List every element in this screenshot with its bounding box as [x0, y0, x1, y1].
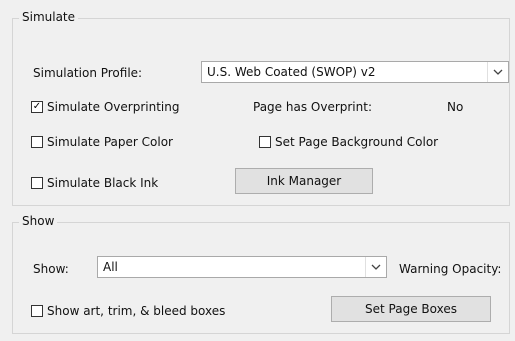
set-page-background-color-checkbox[interactable] — [259, 136, 271, 148]
page-has-overprint-value-row: No — [447, 100, 463, 114]
show-art-trim-bleed-label: Show art, trim, & bleed boxes — [47, 304, 226, 318]
simulate-group: Simulate Simulation Profile: U.S. Web Co… — [12, 10, 510, 206]
show-art-trim-bleed-row[interactable]: Show art, trim, & bleed boxes — [31, 304, 225, 318]
simulation-profile-row: Simulation Profile: — [33, 66, 142, 80]
set-page-background-color-label: Set Page Background Color — [275, 135, 439, 149]
ink-manager-button[interactable]: Ink Manager — [235, 168, 373, 194]
page-has-overprint-value: No — [447, 100, 464, 114]
page-has-overprint-label: Page has Overprint: — [253, 100, 372, 114]
warning-opacity-label: Warning Opacity: — [399, 262, 502, 276]
warning-opacity-row: Warning Opacity: — [399, 262, 501, 276]
simulate-group-title: Simulate — [19, 10, 79, 24]
simulate-black-ink-label: Simulate Black Ink — [47, 176, 159, 190]
simulation-profile-dropdown[interactable]: U.S. Web Coated (SWOP) v2 — [201, 61, 509, 83]
set-page-boxes-button[interactable]: Set Page Boxes — [331, 296, 491, 322]
simulate-paper-color-checkbox[interactable] — [31, 136, 43, 148]
show-group: Show Show: All Warning Opacity: Show art… — [12, 214, 510, 334]
simulate-black-ink-row[interactable]: Simulate Black Ink — [31, 176, 158, 190]
set-page-background-color-row[interactable]: Set Page Background Color — [259, 135, 438, 149]
simulation-profile-label: Simulation Profile: — [33, 66, 143, 80]
simulate-black-ink-checkbox[interactable] — [31, 177, 43, 189]
simulate-overprinting-checkbox[interactable]: ✓ — [31, 101, 43, 113]
show-value: All — [103, 260, 118, 274]
show-group-title: Show — [19, 214, 58, 228]
chevron-down-icon — [365, 257, 386, 277]
simulate-overprinting-label: Simulate Overprinting — [47, 100, 180, 114]
simulate-paper-color-label: Simulate Paper Color — [47, 135, 173, 149]
simulation-profile-value: U.S. Web Coated (SWOP) v2 — [207, 65, 376, 79]
simulate-paper-color-row[interactable]: Simulate Paper Color — [31, 135, 173, 149]
page-has-overprint-row: Page has Overprint: — [253, 100, 372, 114]
show-label: Show: — [33, 262, 69, 276]
show-row: Show: — [33, 262, 69, 276]
simulate-overprinting-row[interactable]: ✓ Simulate Overprinting — [31, 100, 179, 114]
show-dropdown[interactable]: All — [97, 256, 387, 278]
show-art-trim-bleed-checkbox[interactable] — [31, 305, 43, 317]
chevron-down-icon — [487, 62, 508, 82]
